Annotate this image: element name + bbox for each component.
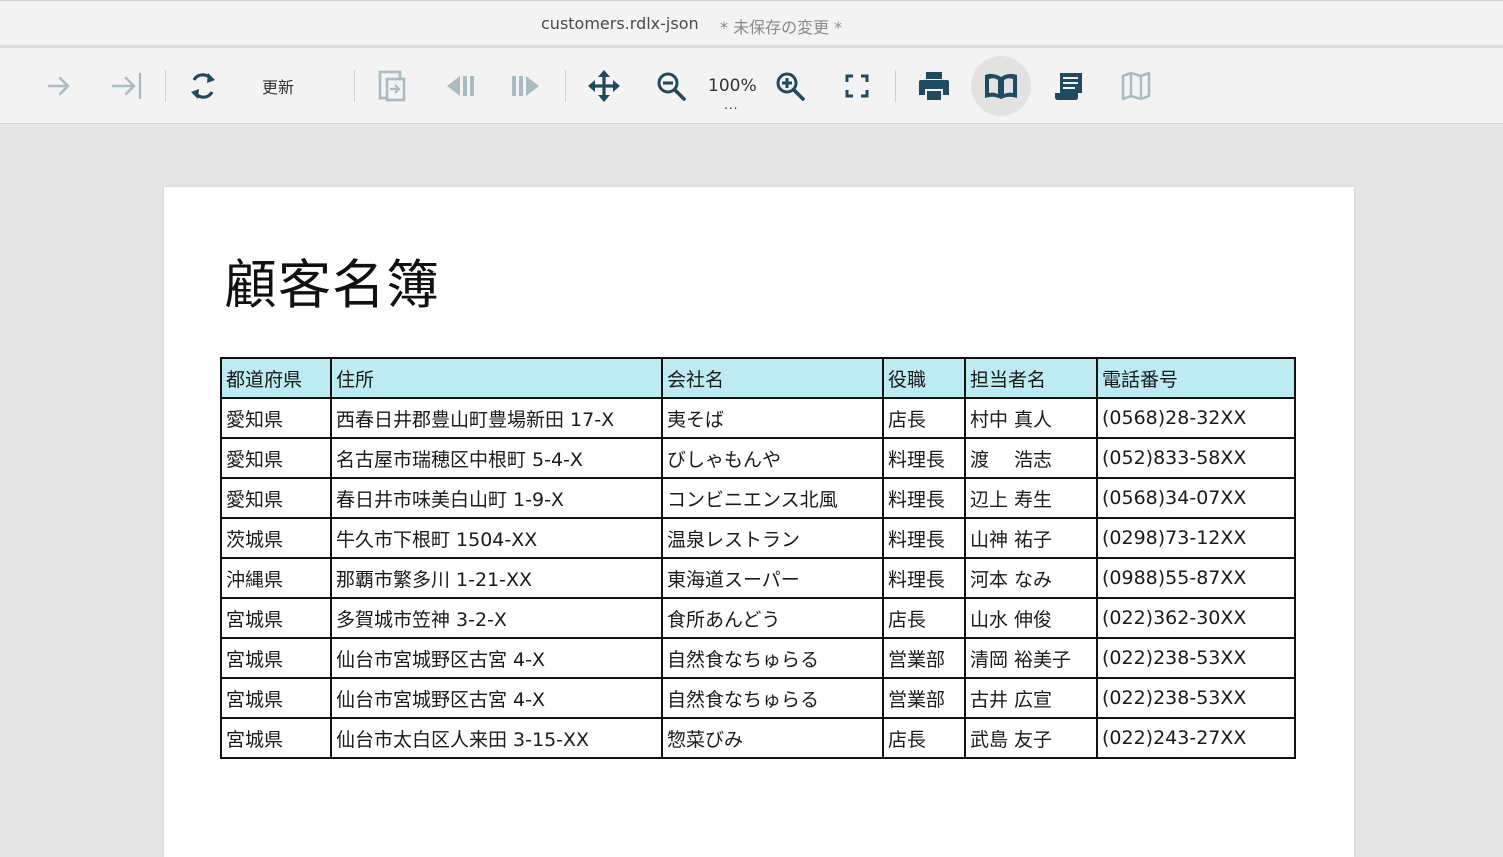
- cell-company: 東海道スーパー: [661, 557, 884, 599]
- cell-position: 店長: [882, 597, 966, 639]
- cell-position: 料理長: [882, 517, 966, 559]
- cell-position: 店長: [882, 397, 966, 439]
- table-row: 沖縄県 那覇市繁多川 1-21-XX 東海道スーパー 料理長 河本 なみ (09…: [220, 557, 1296, 599]
- cell-contact: 渡 浩志: [964, 437, 1098, 479]
- prev-page-icon[interactable]: [440, 48, 480, 124]
- cell-contact: 古井 広宣: [964, 677, 1098, 719]
- table-row: 宮城県 仙台市太白区人来田 3-15-XX 惣菜びみ 店長 武島 友子 (022…: [220, 717, 1296, 759]
- cell-contact: 山神 祐子: [964, 517, 1098, 559]
- table-row: 愛知県 名古屋市瑞穂区中根町 5-4-X びしゃもんや 料理長 渡 浩志 (05…: [220, 437, 1296, 479]
- cell-phone: (022)238-53XX: [1096, 677, 1296, 719]
- cell-prefecture: 茨城県: [220, 517, 332, 559]
- cell-company: 自然食なちゅらる: [661, 637, 884, 679]
- cell-phone: (052)833-58XX: [1096, 437, 1296, 479]
- cell-address: 仙台市宮城野区古宮 4-X: [330, 677, 663, 719]
- cell-phone: (0988)55-87XX: [1096, 557, 1296, 599]
- cell-address: 名古屋市瑞穂区中根町 5-4-X: [330, 437, 663, 479]
- cell-company: 自然食なちゅらる: [661, 677, 884, 719]
- next-page-icon[interactable]: [506, 48, 546, 124]
- cell-address: 多賀城市笠神 3-2-X: [330, 597, 663, 639]
- toolbar-separator: [354, 70, 355, 102]
- cell-prefecture: 宮城県: [220, 717, 332, 759]
- map-icon[interactable]: [1116, 48, 1156, 124]
- cell-position: 営業部: [882, 637, 966, 679]
- column-header: 都道府県: [220, 357, 332, 399]
- cell-address: 春日井市味美白山町 1-9-X: [330, 477, 663, 519]
- refresh-button[interactable]: 更新: [250, 48, 306, 124]
- table-row: 宮城県 多賀城市笠神 3-2-X 食所あんどう 店長 山水 伸俊 (022)36…: [220, 597, 1296, 639]
- table-row: 愛知県 春日井市味美白山町 1-9-X コンビニエンス北風 料理長 辺上 寿生 …: [220, 477, 1296, 519]
- report-title: 顧客名簿: [224, 255, 440, 316]
- scroll-icon[interactable]: [1049, 48, 1089, 124]
- cell-position: 料理長: [882, 557, 966, 599]
- cell-address: 牛久市下根町 1504-XX: [330, 517, 663, 559]
- cell-phone: (0568)28-32XX: [1096, 397, 1296, 439]
- pan-icon[interactable]: [585, 48, 623, 124]
- arrow-to-end-icon[interactable]: [107, 48, 147, 124]
- zoom-out-icon[interactable]: [652, 48, 690, 124]
- cell-prefecture: 宮城県: [220, 637, 332, 679]
- cell-contact: 武島 友子: [964, 717, 1098, 759]
- zoom-options[interactable]: ...: [724, 98, 738, 112]
- cell-address: 那覇市繁多川 1-21-XX: [330, 557, 663, 599]
- cell-prefecture: 愛知県: [220, 477, 332, 519]
- refresh-icon[interactable]: [184, 48, 222, 124]
- cell-prefecture: 宮城県: [220, 597, 332, 639]
- refresh-label: 更新: [261, 78, 294, 97]
- unsaved-indicator: * 未保存の変更 *: [720, 18, 843, 37]
- cell-phone: (022)362-30XX: [1096, 597, 1296, 639]
- cell-contact: 山水 伸俊: [964, 597, 1098, 639]
- table-row: 宮城県 仙台市宮城野区古宮 4-X 自然食なちゅらる 営業部 清岡 裕美子 (0…: [220, 637, 1296, 679]
- cell-company: 夷そば: [661, 397, 884, 439]
- cell-phone: (0568)34-07XX: [1096, 477, 1296, 519]
- print-icon[interactable]: [914, 48, 954, 124]
- cell-position: 料理長: [882, 437, 966, 479]
- cell-company: 惣菜びみ: [661, 717, 884, 759]
- cell-contact: 村中 真人: [964, 397, 1098, 439]
- column-header: 会社名: [661, 357, 884, 399]
- arrow-right-icon[interactable]: [40, 48, 78, 124]
- cell-company: 食所あんどう: [661, 597, 884, 639]
- cell-company: びしゃもんや: [661, 437, 884, 479]
- cell-contact: 清岡 裕美子: [964, 637, 1098, 679]
- column-header: 担当者名: [964, 357, 1098, 399]
- book-icon[interactable]: [981, 48, 1021, 124]
- cell-position: 営業部: [882, 677, 966, 719]
- table-header-row: 都道府県 住所 会社名 役職 担当者名 電話番号: [220, 357, 1296, 399]
- document-name: customers.rdlx-json: [541, 14, 699, 33]
- cell-address: 仙台市太白区人来田 3-15-XX: [330, 717, 663, 759]
- cell-prefecture: 愛知県: [220, 437, 332, 479]
- toolbar-separator: [895, 70, 896, 102]
- customer-table: 都道府県 住所 会社名 役職 担当者名 電話番号 愛知県 西春日井郡豊山町豊場新…: [220, 357, 1296, 759]
- table-row: 宮城県 仙台市宮城野区古宮 4-X 自然食なちゅらる 営業部 古井 広宣 (02…: [220, 677, 1296, 719]
- cell-address: 仙台市宮城野区古宮 4-X: [330, 637, 663, 679]
- column-header: 電話番号: [1096, 357, 1296, 399]
- fullscreen-icon[interactable]: [839, 48, 875, 124]
- cell-phone: (022)238-53XX: [1096, 637, 1296, 679]
- zoom-in-icon[interactable]: [771, 48, 809, 124]
- cell-phone: (022)243-27XX: [1096, 717, 1296, 759]
- toolbar-separator: [165, 70, 166, 102]
- cell-contact: 辺上 寿生: [964, 477, 1098, 519]
- cell-address: 西春日井郡豊山町豊場新田 17-X: [330, 397, 663, 439]
- table-row: 愛知県 西春日井郡豊山町豊場新田 17-X 夷そば 店長 村中 真人 (0568…: [220, 397, 1296, 439]
- cell-prefecture: 愛知県: [220, 397, 332, 439]
- toolbar-separator: [565, 70, 566, 102]
- cell-position: 料理長: [882, 477, 966, 519]
- cell-prefecture: 沖縄県: [220, 557, 332, 599]
- cell-position: 店長: [882, 717, 966, 759]
- cell-company: コンビニエンス北風: [661, 477, 884, 519]
- cell-company: 温泉レストラン: [661, 517, 884, 559]
- export-icon[interactable]: [374, 48, 410, 124]
- column-header: 役職: [882, 357, 966, 399]
- zoom-level[interactable]: 100%: [708, 76, 757, 96]
- viewer-toolbar: 更新 100% ...: [0, 48, 1503, 124]
- cell-prefecture: 宮城県: [220, 677, 332, 719]
- table-row: 茨城県 牛久市下根町 1504-XX 温泉レストラン 料理長 山神 祐子 (02…: [220, 517, 1296, 559]
- column-header: 住所: [330, 357, 663, 399]
- cell-contact: 河本 なみ: [964, 557, 1098, 599]
- cell-phone: (0298)73-12XX: [1096, 517, 1296, 559]
- report-page: 顧客名簿 都道府県 住所 会社名 役職 担当者名 電話番号 愛知県 西春日井郡豊…: [164, 187, 1354, 857]
- title-bar: customers.rdlx-json * 未保存の変更 *: [0, 0, 1503, 45]
